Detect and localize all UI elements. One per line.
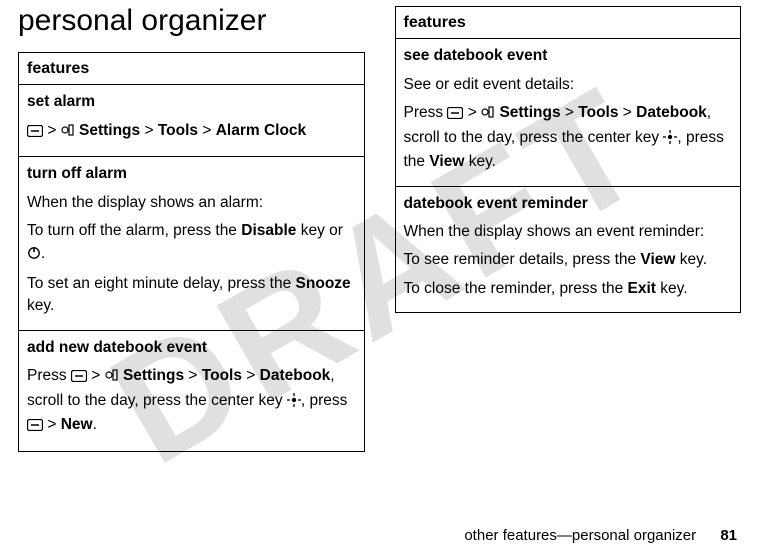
- see-event-p2: Press > Settings > Tools > Datebook, scr…: [404, 102, 733, 173]
- view-key: View: [640, 251, 675, 268]
- settings-label: Settings: [79, 122, 140, 139]
- text: .: [41, 245, 45, 262]
- center-key-icon: [663, 129, 677, 151]
- page-title: personal organizer: [18, 4, 365, 38]
- add-event-body: Press > Settings > Tools > Datebook, scr…: [27, 365, 356, 438]
- footer-text: other features—personal organizer: [464, 527, 696, 544]
- center-key-icon: [287, 392, 301, 414]
- tools-label: Tools: [578, 104, 618, 121]
- gt: >: [246, 367, 255, 384]
- gt: >: [91, 367, 100, 384]
- settings-icon: [481, 104, 495, 126]
- set-alarm-path: > Settings > Tools > Alarm Clock: [27, 120, 356, 144]
- right-features-table: features see datebook event See or edit …: [395, 6, 742, 313]
- settings-label: Settings: [123, 367, 184, 384]
- gt: >: [47, 122, 56, 139]
- power-key-icon: [27, 245, 41, 267]
- gt: >: [144, 122, 153, 139]
- settings-icon: [105, 367, 119, 389]
- reminder-p1: When the display shows an event reminder…: [404, 221, 733, 243]
- snooze-key: Snooze: [296, 275, 351, 292]
- page-footer: other features—personal organizer 81: [464, 527, 737, 544]
- reminder-p3: To close the reminder, press the Exit ke…: [404, 278, 733, 300]
- datebook-label: Datebook: [636, 104, 707, 121]
- see-event-p1: See or edit event details:: [404, 74, 733, 96]
- gt: >: [565, 104, 574, 121]
- settings-label: Settings: [499, 104, 560, 121]
- text: key.: [675, 251, 707, 268]
- text: To close the reminder, press the: [404, 280, 628, 297]
- text: key.: [464, 153, 496, 170]
- datebook-label: Datebook: [260, 367, 331, 384]
- page-body: personal organizer features set alarm > …: [0, 0, 759, 452]
- alarm-clock-label: Alarm Clock: [216, 122, 306, 139]
- menu-key-icon: [27, 122, 43, 144]
- exit-key: Exit: [628, 280, 656, 297]
- gt: >: [623, 104, 632, 121]
- table-header-row: features: [19, 53, 365, 85]
- text: To turn off the alarm, press the: [27, 222, 241, 239]
- gt: >: [202, 122, 211, 139]
- left-features-table: features set alarm > Settings > Tools > …: [18, 52, 365, 452]
- left-column: personal organizer features set alarm > …: [18, 0, 365, 452]
- text: To set an eight minute delay, press the: [27, 275, 296, 292]
- add-event-title: add new datebook event: [27, 337, 356, 359]
- menu-key-icon: [447, 104, 463, 126]
- table-row: turn off alarm When the display shows an…: [19, 157, 365, 331]
- right-table-header: features: [395, 7, 741, 39]
- text: Press: [27, 367, 71, 384]
- settings-icon: [61, 122, 75, 144]
- text: key or: [296, 222, 343, 239]
- tools-label: Tools: [202, 367, 242, 384]
- text: , press: [301, 392, 348, 409]
- turn-off-p3: To set an eight minute delay, press the …: [27, 273, 356, 318]
- table-row: add new datebook event Press > Settings …: [19, 330, 365, 451]
- text: Press: [404, 104, 448, 121]
- set-alarm-title: set alarm: [27, 91, 356, 113]
- menu-key-icon: [27, 416, 43, 438]
- gt: >: [468, 104, 477, 121]
- table-row: see datebook event See or edit event det…: [395, 39, 741, 186]
- disable-key: Disable: [241, 222, 296, 239]
- view-key: View: [429, 153, 464, 170]
- turn-off-p1: When the display shows an alarm:: [27, 192, 356, 214]
- left-table-header: features: [19, 53, 365, 85]
- reminder-title: datebook event reminder: [404, 193, 733, 215]
- text: key.: [27, 297, 54, 314]
- menu-key-icon: [71, 367, 87, 389]
- see-event-title: see datebook event: [404, 45, 733, 67]
- text: To see reminder details, press the: [404, 251, 641, 268]
- text: key.: [656, 280, 688, 297]
- gt: >: [47, 416, 56, 433]
- page-number: 81: [720, 527, 737, 544]
- table-row: set alarm > Settings > Tools > Alarm Clo…: [19, 85, 365, 157]
- reminder-p2: To see reminder details, press the View …: [404, 249, 733, 271]
- table-row: datebook event reminder When the display…: [395, 186, 741, 313]
- turn-off-p2: To turn off the alarm, press the Disable…: [27, 220, 356, 267]
- table-header-row: features: [395, 7, 741, 39]
- tools-label: Tools: [158, 122, 198, 139]
- right-column: features see datebook event See or edit …: [395, 0, 742, 452]
- turn-off-alarm-title: turn off alarm: [27, 163, 356, 185]
- gt: >: [188, 367, 197, 384]
- new-label: New: [61, 416, 93, 433]
